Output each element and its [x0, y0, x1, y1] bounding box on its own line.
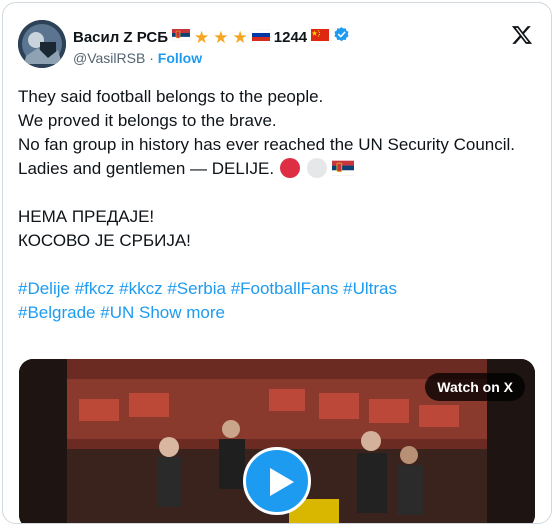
post-line: They said football belongs to the people… — [18, 87, 324, 106]
handle-row: @VasilRSB · Follow — [73, 50, 202, 66]
russia-flag-icon — [251, 28, 270, 46]
avatar[interactable] — [18, 20, 66, 68]
hashtag-link[interactable]: #UN — [100, 303, 134, 322]
star-icon: ★ — [194, 27, 210, 47]
hashtag-link[interactable]: #Belgrade — [18, 303, 96, 322]
post-line: КОСОВО ЈЕ СРБИЈА! — [18, 231, 191, 250]
video-media[interactable]: Watch on X — [19, 359, 535, 523]
post-line-emoji: Ladies and gentlemen — DELIJE. — [18, 157, 538, 181]
play-icon — [270, 468, 294, 496]
post-header: Васил Z РСБ ★ ★ ★ 1244 @VasilRSB · Follo… — [18, 18, 536, 68]
hashtag-link[interactable]: #Ultras — [343, 279, 397, 298]
hashtag-link[interactable]: #Serbia — [167, 279, 226, 298]
verified-badge-icon[interactable] — [333, 26, 350, 48]
user-number: 1244 — [273, 28, 308, 46]
serbia-flag-icon — [332, 159, 355, 178]
post-line: Ladies and gentlemen — DELIJE. — [18, 159, 275, 178]
post-line: НЕМА ПРЕДАЈЕ! — [18, 207, 155, 226]
serbia-flag-icon — [171, 28, 191, 46]
post-line: We proved it belongs to the brave. — [18, 111, 277, 130]
show-more-link[interactable]: Show more — [139, 303, 225, 322]
follow-button[interactable]: Follow — [158, 50, 202, 66]
display-name[interactable]: Васил Z РСБ — [73, 29, 168, 46]
name-row: Васил Z РСБ ★ ★ ★ 1244 — [73, 26, 350, 48]
post-line: No fan group in history has ever reached… — [18, 135, 516, 154]
play-button[interactable] — [243, 447, 311, 515]
watch-on-x-button[interactable]: Watch on X — [425, 373, 525, 401]
hashtag-line: #Delije #fkcz #kkcz #Serbia #FootballFan… — [18, 277, 538, 301]
china-flag-icon — [311, 28, 330, 46]
user-handle[interactable]: @VasilRSB — [73, 50, 145, 66]
star-icon: ★ — [232, 27, 248, 47]
star-icon: ★ — [213, 27, 229, 47]
red-circle-icon — [279, 158, 301, 178]
separator: · — [149, 50, 154, 66]
hashtag-link[interactable]: #Delije — [18, 279, 70, 298]
hashtag-line: #Belgrade #UN Show more — [18, 301, 538, 325]
white-circle-icon — [306, 158, 328, 178]
post-card[interactable]: Васил Z РСБ ★ ★ ★ 1244 @VasilRSB · Follo… — [2, 2, 552, 524]
hashtag-link[interactable]: #kkcz — [119, 279, 162, 298]
x-logo-icon[interactable] — [511, 24, 533, 46]
post-text: They said football belongs to the people… — [18, 85, 538, 325]
hashtag-link[interactable]: #fkcz — [75, 279, 115, 298]
hashtag-link[interactable]: #FootballFans — [231, 279, 339, 298]
